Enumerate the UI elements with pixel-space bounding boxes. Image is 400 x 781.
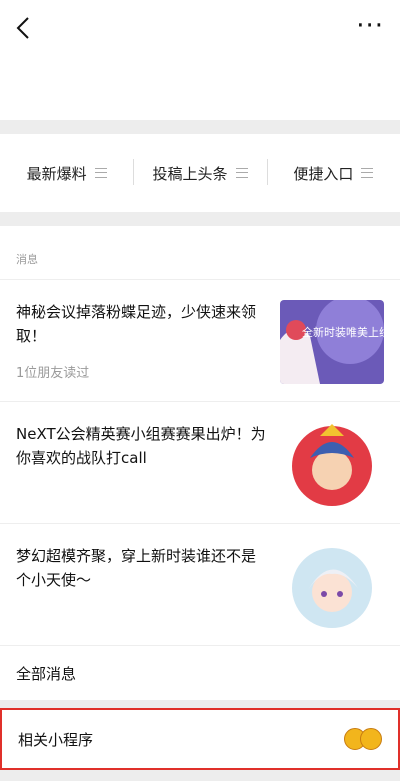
menu-item-submit[interactable]: 投稿上头条 — [133, 158, 266, 185]
divider — [0, 120, 400, 134]
article-thumbnail — [280, 422, 384, 506]
article-title: NeXT公会精英赛小组赛赛果出炉！为你喜欢的战队打call — [16, 425, 266, 467]
messages-section: 消息 神秘会议掉落粉蝶足迹，少侠速来领取！ 1位朋友读过 全新时装唯美上线 Ne… — [0, 226, 400, 700]
back-button[interactable] — [12, 14, 36, 42]
article-thumbnail — [280, 544, 384, 628]
mini-program-icons — [344, 728, 382, 750]
menu-list-icon — [361, 168, 374, 178]
article-thumbnail: 全新时装唯美上线 — [280, 300, 384, 384]
article-item[interactable]: 梦幻超模齐聚，穿上新时装谁还不是个小天使～ — [0, 524, 400, 646]
menu-item-label: 最新爆料 — [26, 164, 87, 183]
menu-item-shortcut[interactable]: 便捷入口 — [266, 158, 400, 185]
mini-program-avatar-icon — [360, 728, 382, 750]
related-mini-programs[interactable]: 相关小程序 — [0, 708, 400, 770]
menu-list-icon — [235, 168, 248, 178]
menu-bar: 最新爆料 投稿上头条 便捷入口 — [0, 134, 400, 212]
top-bar: ··· — [0, 0, 400, 120]
article-title: 神秘会议掉落粉蝶足迹，少侠速来领取！ — [16, 303, 257, 345]
more-options-button[interactable]: ··· — [356, 13, 384, 39]
menu-item-label: 投稿上头条 — [152, 164, 228, 183]
chevron-left-icon — [16, 17, 29, 39]
menu-item-label: 便捷入口 — [293, 164, 354, 183]
section-title: 消息 — [0, 226, 400, 280]
article-item[interactable]: NeXT公会精英赛小组赛赛果出炉！为你喜欢的战队打call — [0, 402, 400, 524]
divider — [0, 212, 400, 226]
article-title: 梦幻超模齐聚，穿上新时装谁还不是个小天使～ — [16, 547, 257, 589]
article-meta: 1位朋友读过 — [16, 366, 90, 381]
all-messages-link[interactable]: 全部消息 — [0, 646, 400, 700]
mini-program-label: 相关小程序 — [18, 730, 94, 749]
thumbnail-caption: 全新时装唯美上线 — [302, 325, 384, 339]
menu-item-latest-news[interactable]: 最新爆料 — [0, 163, 133, 184]
article-item[interactable]: 神秘会议掉落粉蝶足迹，少侠速来领取！ 1位朋友读过 全新时装唯美上线 — [0, 280, 400, 402]
menu-list-icon — [94, 168, 107, 178]
